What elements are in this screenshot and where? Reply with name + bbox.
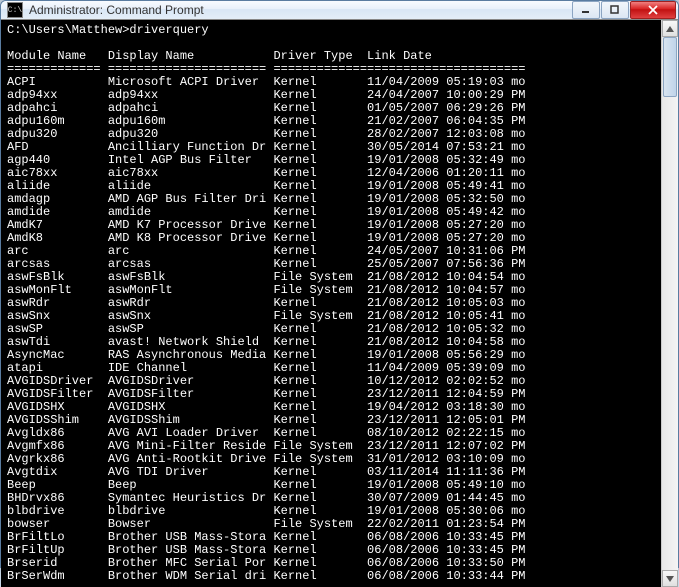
scrollbar-thumb[interactable] <box>663 37 677 97</box>
window-title: Administrator: Command Prompt <box>29 3 572 17</box>
titlebar[interactable]: C:\ Administrator: Command Prompt <box>1 1 678 19</box>
command-prompt-window: C:\ Administrator: Command Prompt C:\Use… <box>0 0 679 568</box>
maximize-button[interactable] <box>601 1 629 19</box>
prompt-path: C:\Users\Matthew> <box>7 23 129 37</box>
close-button[interactable] <box>630 1 676 19</box>
vertical-scrollbar[interactable] <box>661 20 678 587</box>
console-area: C:\Users\Matthew>driverquery Module Name… <box>1 19 678 587</box>
app-icon: C:\ <box>7 2 23 18</box>
driver-table: Module Name Display Name Driver Type Lin… <box>7 49 525 583</box>
minimize-button[interactable] <box>572 1 600 19</box>
scrollbar-track[interactable] <box>662 37 678 570</box>
close-icon <box>647 5 659 15</box>
console-output[interactable]: C:\Users\Matthew>driverquery Module Name… <box>1 20 661 587</box>
chevron-up-icon <box>666 26 674 32</box>
scroll-up-button[interactable] <box>662 20 678 37</box>
prompt-line: C:\Users\Matthew>driverquery <box>7 23 209 37</box>
maximize-icon <box>610 5 620 15</box>
window-controls <box>572 1 676 19</box>
chevron-down-icon <box>666 576 674 582</box>
prompt-command: driverquery <box>129 23 208 37</box>
scroll-down-button[interactable] <box>662 570 678 587</box>
minimize-icon <box>581 5 591 15</box>
